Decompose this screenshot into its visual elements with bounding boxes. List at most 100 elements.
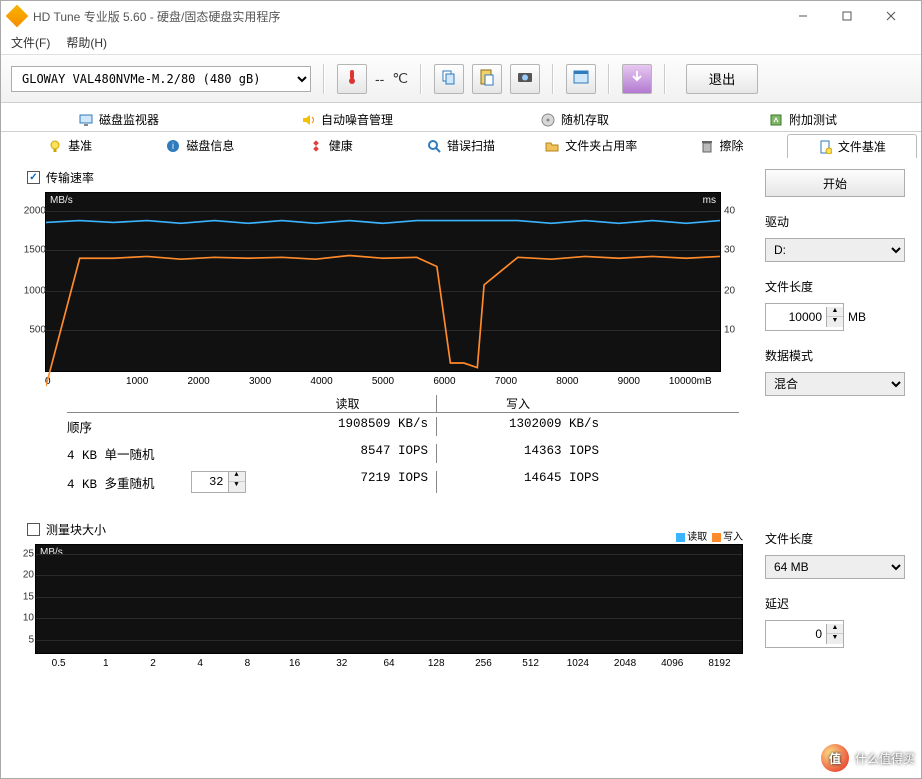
spin-down-icon[interactable]: ▼ <box>229 482 245 492</box>
svg-text:i: i <box>172 141 174 151</box>
file-length-1-spinner[interactable]: ▲▼ <box>765 303 844 331</box>
temperature-value: -- <box>375 71 384 87</box>
app-window: HD Tune 专业版 5.60 - 硬盘/固态硬盘实用程序 文件(F) 帮助(… <box>0 0 922 779</box>
row-seq-name: 顺序 <box>67 417 267 436</box>
spin-up-icon[interactable]: ▲ <box>827 624 843 634</box>
row-seq-write: 1302009 KB/s <box>437 417 607 436</box>
drive-letter-select[interactable]: D: <box>765 238 905 262</box>
menubar: 文件(F) 帮助(H) <box>1 31 921 55</box>
block-size-group: 测量块大小 <box>27 521 749 538</box>
file-length-1-unit: MB <box>848 310 866 324</box>
tab-strip: 磁盘监视器自动噪音管理随机存取附加测试 基准i磁盘信息健康错误扫描文件夹占用率擦… <box>1 107 921 157</box>
row-4k-multi-read: 7219 IOPS <box>267 471 437 493</box>
tab-磁盘信息[interactable]: i磁盘信息 <box>135 133 265 157</box>
side-panel: 开始 驱动 D: 文件长度 ▲▼ MB 数据模式 混合 文件长度 64 MB 延… <box>765 169 905 669</box>
row-4k-single-read: 8547 IOPS <box>267 444 437 463</box>
file-icon <box>818 140 832 154</box>
legend-read-swatch <box>676 533 685 542</box>
screenshot-button[interactable] <box>510 64 540 94</box>
row-seq-read: 1908509 KB/s <box>267 417 437 436</box>
delay-label: 延迟 <box>765 595 905 612</box>
close-button[interactable] <box>869 2 913 30</box>
block-size-label: 测量块大小 <box>46 521 106 538</box>
download-arrow-icon <box>628 68 646 89</box>
row-4k-single-name: 4 KB 单一随机 <box>67 444 267 463</box>
watermark-text: 什么值得买 <box>855 750 915 767</box>
menu-help[interactable]: 帮助(H) <box>66 34 107 51</box>
paste-icon <box>478 68 496 89</box>
tab-文件夹占用率[interactable]: 文件夹占用率 <box>526 133 656 157</box>
results-table: 读取 写入 顺序 1908509 KB/s 1302009 KB/s 4 KB … <box>67 395 739 497</box>
delay-spinner[interactable]: ▲▼ <box>765 620 844 648</box>
file-length-1-input[interactable] <box>766 309 826 325</box>
row-4k-multi-name: 4 KB 多重随机 <box>67 473 155 492</box>
tab-擦除[interactable]: 擦除 <box>656 133 786 157</box>
transfer-rate-checkbox[interactable] <box>27 171 40 184</box>
tab-随机存取[interactable]: 随机存取 <box>461 107 689 131</box>
titlebar: HD Tune 专业版 5.60 - 硬盘/固态硬盘实用程序 <box>1 1 921 31</box>
app-icon <box>6 5 29 28</box>
search-icon <box>427 139 441 153</box>
maximize-button[interactable] <box>825 2 869 30</box>
chart1-plot <box>46 193 720 395</box>
tools-icon <box>769 113 783 127</box>
legend-write-swatch <box>712 533 721 542</box>
erase-icon <box>700 139 714 153</box>
tab-文件基准[interactable]: 文件基准 <box>787 134 917 158</box>
window-icon <box>572 68 590 89</box>
copy-button[interactable] <box>434 64 464 94</box>
transfer-rate-label: 传输速率 <box>46 169 94 186</box>
file-length-2-label: 文件长度 <box>765 530 905 547</box>
tab-基准[interactable]: 基准 <box>5 133 135 157</box>
refresh-button[interactable] <box>622 64 652 94</box>
tab-附加测试[interactable]: 附加测试 <box>689 107 917 131</box>
sound-icon <box>301 113 315 127</box>
health-icon <box>309 139 323 153</box>
content-area: 传输速率 MB/s ms 2000 1500 1000 500 40 30 20… <box>1 157 921 685</box>
col-write: 写入 <box>437 395 607 412</box>
data-mode-select[interactable]: 混合 <box>765 372 905 396</box>
temperature-unit: ℃ <box>392 70 408 87</box>
tab-自动噪音管理[interactable]: 自动噪音管理 <box>233 107 461 131</box>
spin-down-icon[interactable]: ▼ <box>827 317 843 327</box>
watermark-badge: 值 <box>821 744 849 772</box>
block-size-chart: 读取 写入 25 20 15 10 5 MB/s <box>17 544 749 669</box>
block-size-checkbox[interactable] <box>27 523 40 536</box>
exit-button[interactable]: 退出 <box>686 64 758 94</box>
spin-down-icon[interactable]: ▼ <box>827 634 843 644</box>
folder-icon <box>545 139 559 153</box>
data-mode-label: 数据模式 <box>765 347 905 364</box>
tab-错误扫描[interactable]: 错误扫描 <box>396 133 526 157</box>
temperature-button[interactable] <box>337 64 367 94</box>
chart2-legend: 读取 写入 <box>674 528 743 543</box>
transfer-rate-group: 传输速率 <box>27 169 749 186</box>
disk-icon <box>541 113 555 127</box>
col-read: 读取 <box>267 395 437 412</box>
queue-depth-input[interactable] <box>192 474 228 490</box>
toolbar: GLOWAY VAL480NVMe-M.2/80 (480 gB) -- ℃ 退… <box>1 55 921 103</box>
queue-depth-spinner[interactable]: ▲▼ <box>191 471 246 493</box>
info-icon: i <box>166 139 180 153</box>
start-button[interactable]: 开始 <box>765 169 905 197</box>
thermometer-icon <box>343 68 361 89</box>
window-title: HD Tune 专业版 5.60 - 硬盘/固态硬盘实用程序 <box>33 8 781 25</box>
tab-磁盘监视器[interactable]: 磁盘监视器 <box>5 107 233 131</box>
spin-up-icon[interactable]: ▲ <box>827 307 843 317</box>
watermark: 值 什么值得买 <box>821 744 915 772</box>
drive-select[interactable]: GLOWAY VAL480NVMe-M.2/80 (480 gB) <box>11 66 311 92</box>
drive-label: 驱动 <box>765 213 905 230</box>
copy-icon <box>440 68 458 89</box>
monitor-icon <box>79 113 93 127</box>
window-info-button[interactable] <box>566 64 596 94</box>
camera-icon <box>516 68 534 89</box>
minimize-button[interactable] <box>781 2 825 30</box>
menu-file[interactable]: 文件(F) <box>11 34 50 51</box>
row-4k-single-write: 14363 IOPS <box>437 444 607 463</box>
tab-健康[interactable]: 健康 <box>266 133 396 157</box>
paste-button[interactable] <box>472 64 502 94</box>
file-length-2-select[interactable]: 64 MB <box>765 555 905 579</box>
delay-input[interactable] <box>766 626 826 642</box>
file-length-1-label: 文件长度 <box>765 278 905 295</box>
transfer-rate-chart: MB/s ms 2000 1500 1000 500 40 30 20 10 <box>17 192 749 387</box>
window-controls <box>781 2 913 30</box>
